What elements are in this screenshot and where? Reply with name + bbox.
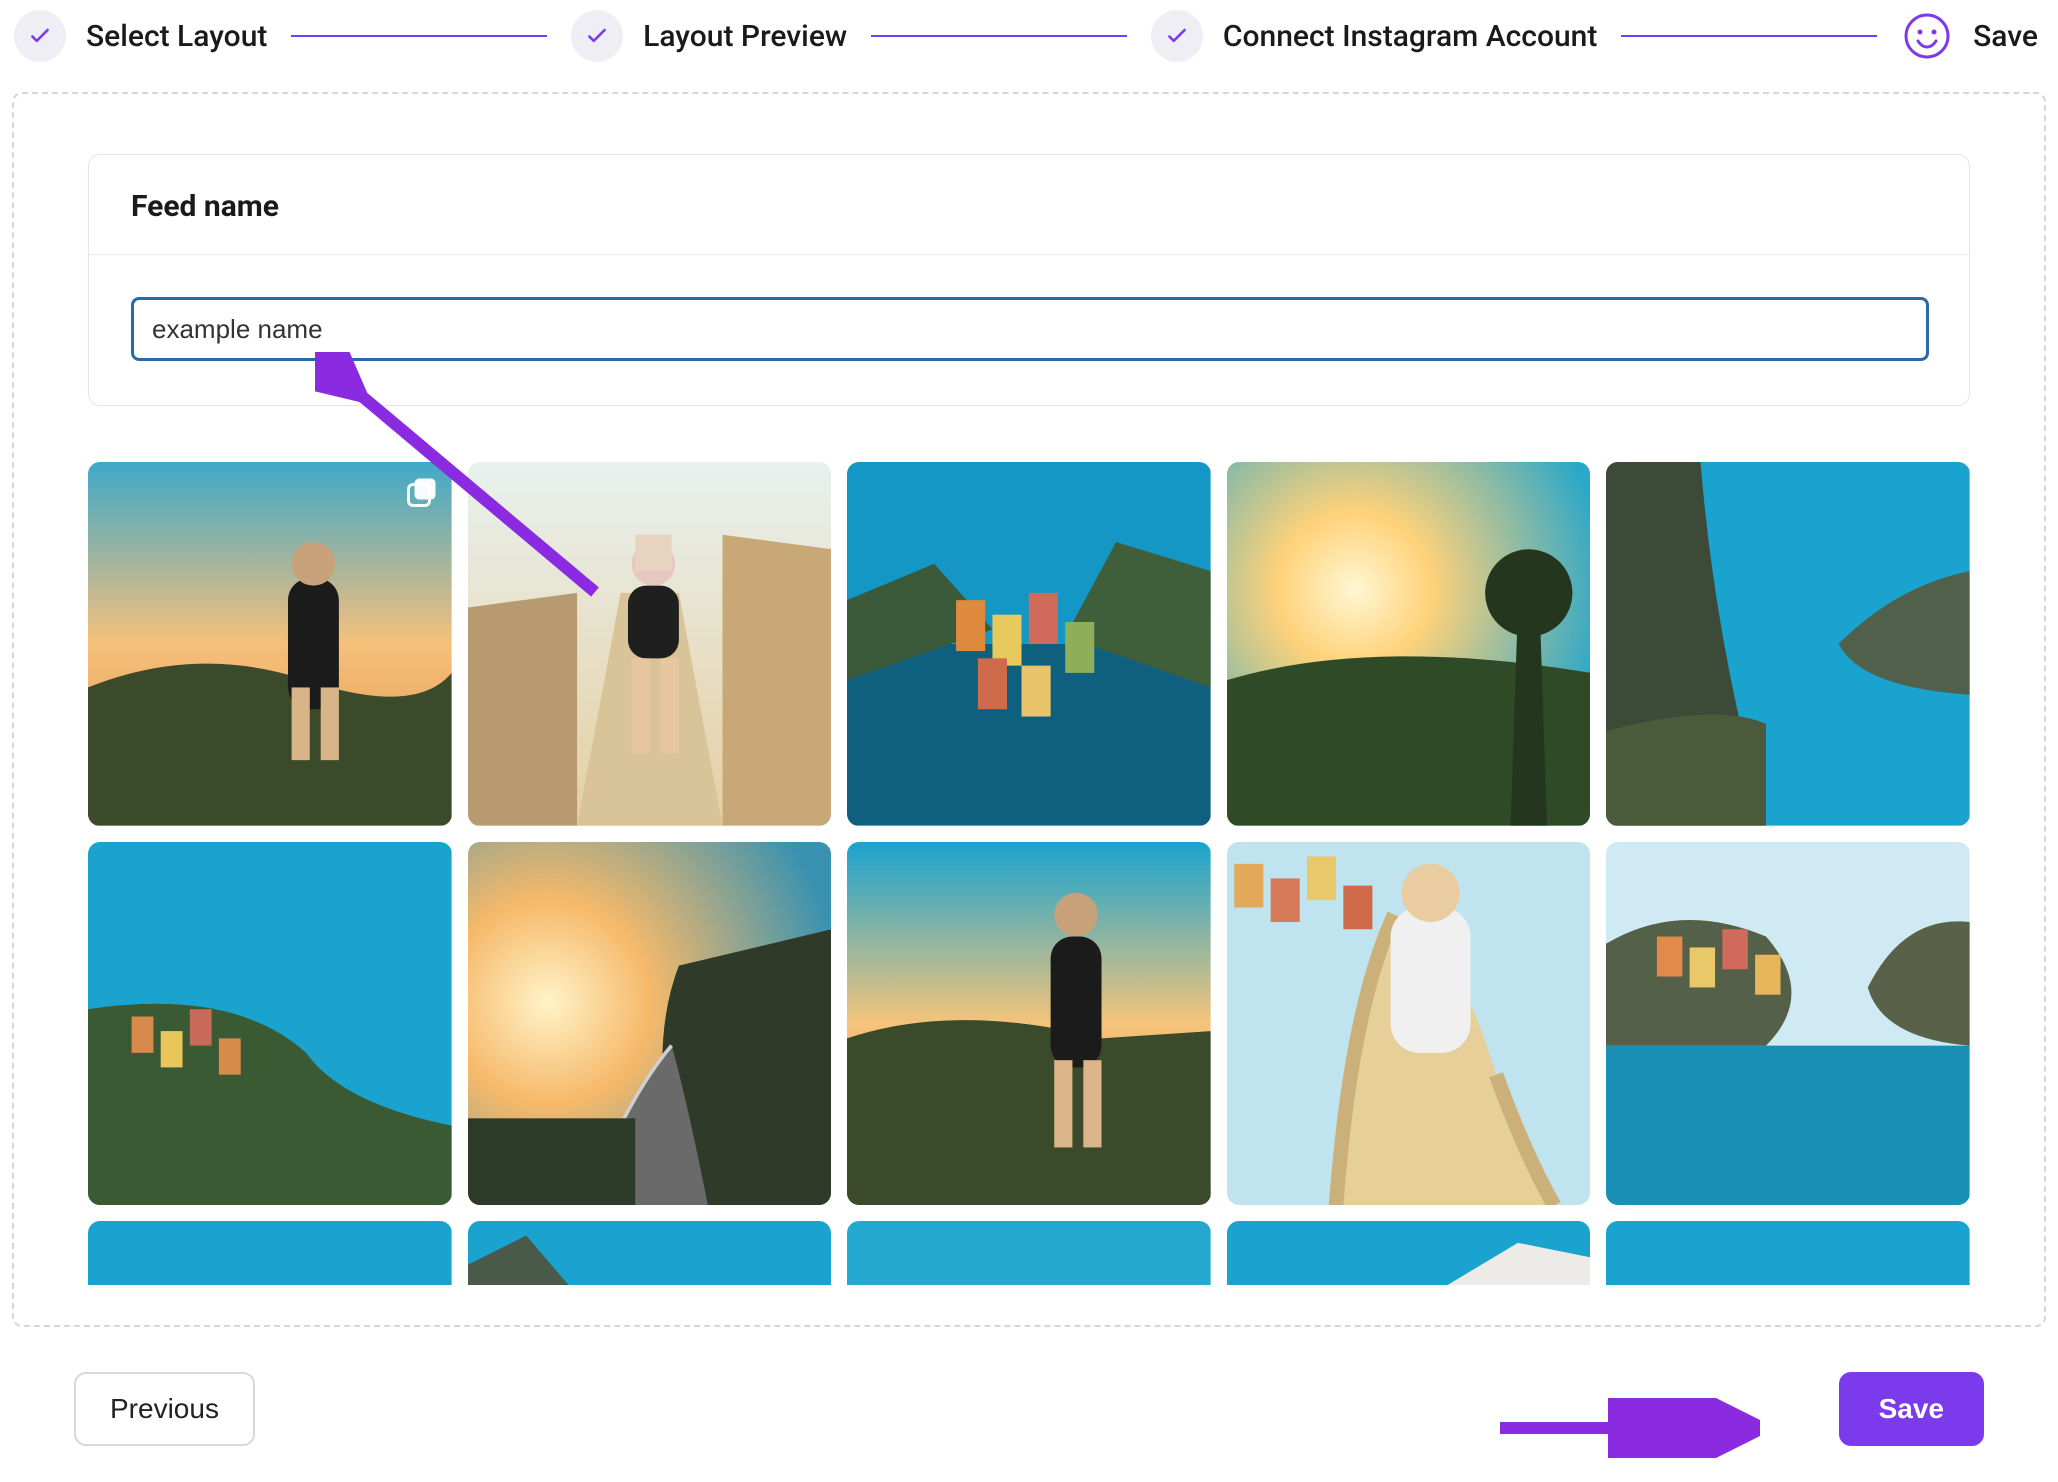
- feed-image[interactable]: [1606, 1221, 1970, 1285]
- feed-name-input[interactable]: [131, 297, 1929, 361]
- feed-image[interactable]: [1227, 842, 1591, 1206]
- check-icon: [1151, 10, 1203, 62]
- step-label: Connect Instagram Account: [1223, 19, 1597, 54]
- smile-icon: [1901, 10, 1953, 62]
- feed-image[interactable]: [468, 842, 832, 1206]
- footer: Previous Save: [0, 1342, 2058, 1482]
- feed-image[interactable]: [847, 462, 1211, 826]
- feed-image[interactable]: [468, 462, 832, 826]
- feed-image[interactable]: [847, 1221, 1211, 1285]
- step-layout-preview[interactable]: Layout Preview: [571, 10, 847, 62]
- feed-image[interactable]: [1227, 1221, 1591, 1285]
- step-connector: [1621, 35, 1877, 37]
- step-connector: [291, 35, 547, 37]
- check-icon: [571, 10, 623, 62]
- feed-image[interactable]: [88, 462, 452, 826]
- feed-name-card: Feed name: [88, 154, 1970, 406]
- card-title: Feed name: [131, 189, 1929, 224]
- feed-image[interactable]: [1227, 462, 1591, 826]
- previous-button[interactable]: Previous: [74, 1372, 255, 1446]
- step-connector: [871, 35, 1127, 37]
- save-button[interactable]: Save: [1839, 1372, 1984, 1446]
- feed-image[interactable]: [88, 1221, 452, 1285]
- step-label: Layout Preview: [643, 19, 847, 54]
- multi-image-icon: [404, 474, 440, 510]
- feed-grid: [88, 462, 1970, 1285]
- card-body: [89, 255, 1969, 405]
- feed-image[interactable]: [1606, 462, 1970, 826]
- feed-image[interactable]: [1606, 842, 1970, 1206]
- step-connect-instagram[interactable]: Connect Instagram Account: [1151, 10, 1597, 62]
- feed-image[interactable]: [847, 842, 1211, 1206]
- step-save[interactable]: Save: [1901, 10, 2038, 62]
- step-select-layout[interactable]: Select Layout: [14, 10, 267, 62]
- step-label: Select Layout: [86, 19, 267, 54]
- stepper: Select Layout Layout Preview Connect Ins…: [0, 0, 2058, 92]
- feed-image[interactable]: [468, 1221, 832, 1285]
- main-container: Feed name: [12, 92, 2046, 1327]
- step-label: Save: [1973, 19, 2038, 54]
- check-icon: [14, 10, 66, 62]
- card-header: Feed name: [89, 155, 1969, 255]
- feed-image[interactable]: [88, 842, 452, 1206]
